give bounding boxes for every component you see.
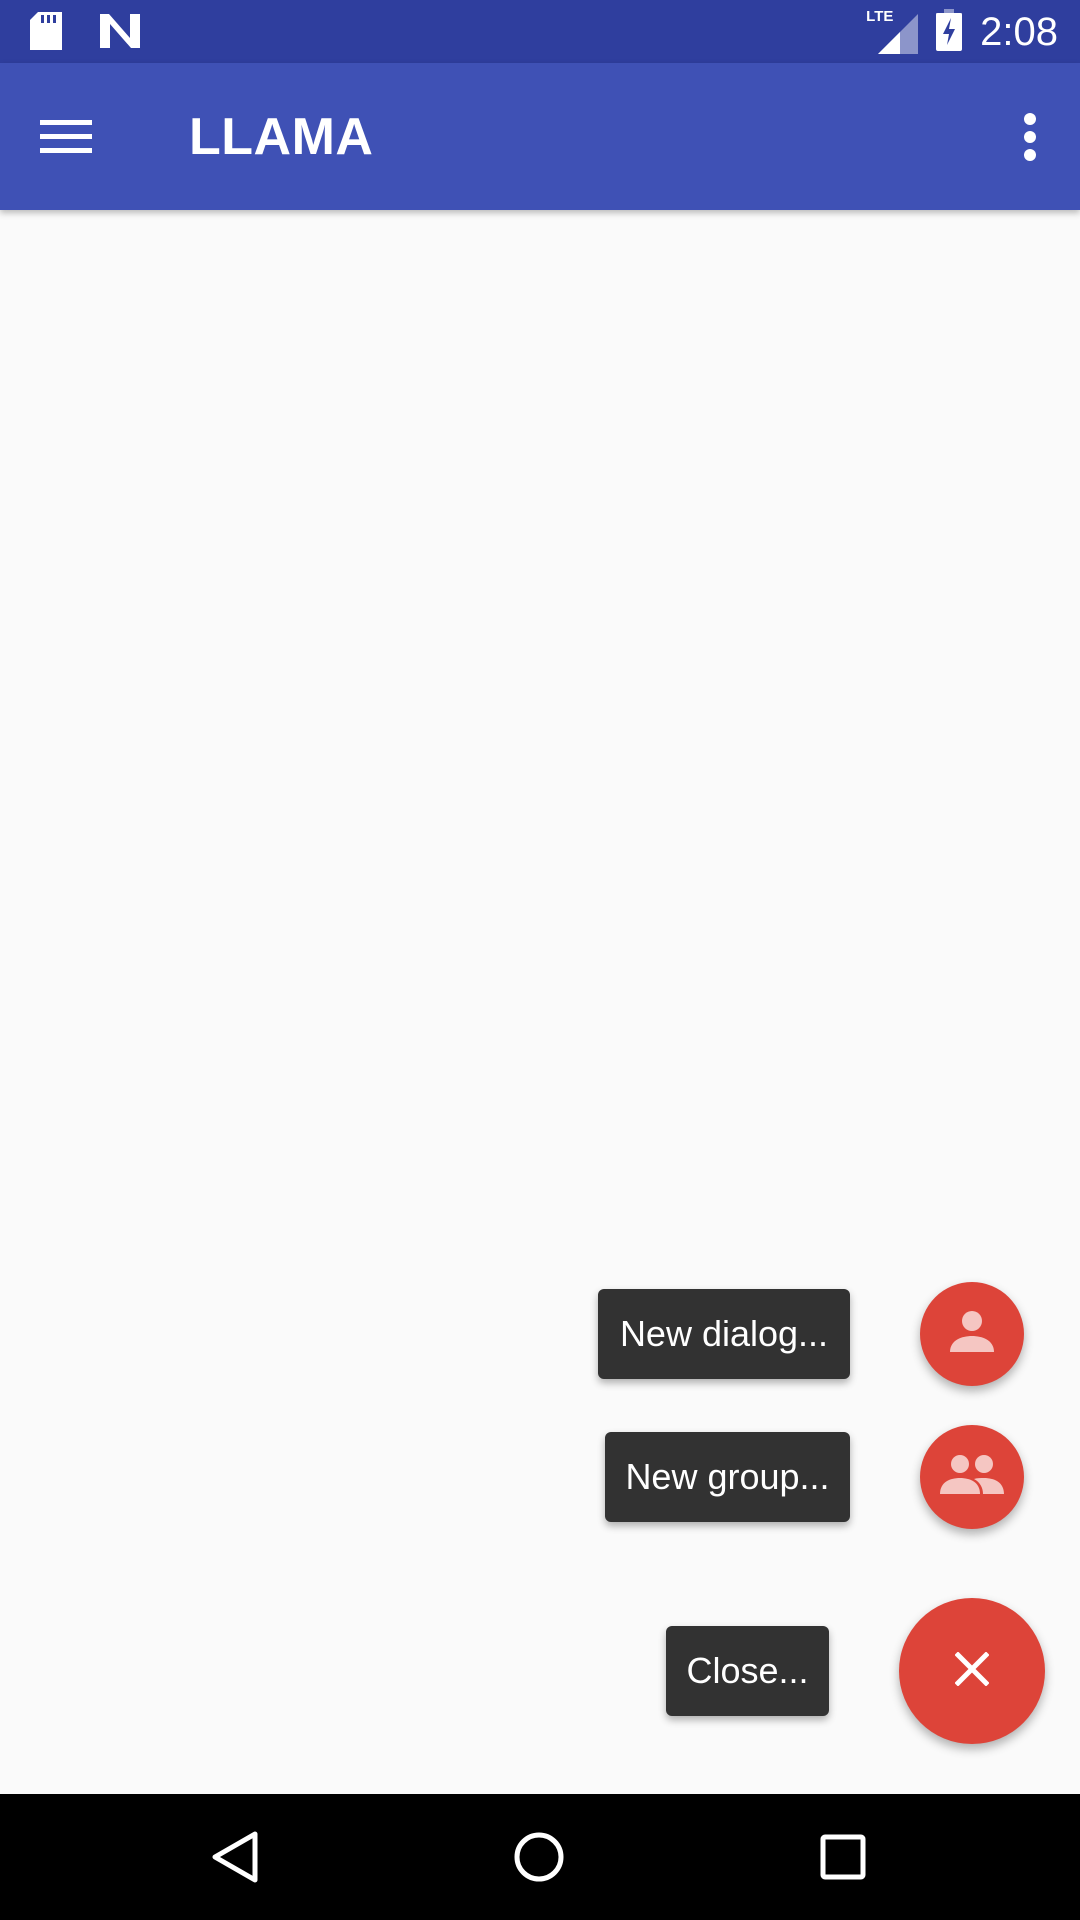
- lte-signal-icon: LTE: [866, 8, 919, 54]
- battery-charging-icon: [936, 8, 963, 56]
- navigation-bar: [0, 1794, 1080, 1920]
- new-dialog-label-text: New dialog...: [619, 1313, 829, 1354]
- close-icon: [954, 1650, 990, 1691]
- recents-icon[interactable]: [810, 1824, 876, 1890]
- lte-label: LTE: [866, 8, 894, 25]
- new-group-button[interactable]: [920, 1425, 1024, 1529]
- overflow-menu-icon[interactable]: [1010, 107, 1050, 167]
- group-icon: [938, 1452, 1006, 1503]
- status-time: 2:08: [980, 10, 1058, 54]
- new-dialog-button[interactable]: [920, 1282, 1024, 1386]
- new-group-label-text: New group...: [625, 1456, 830, 1497]
- sd-card-icon: [30, 12, 62, 55]
- close-fab-button[interactable]: [899, 1598, 1045, 1744]
- close-label[interactable]: Close...: [666, 1626, 829, 1716]
- back-icon[interactable]: [203, 1824, 269, 1890]
- app-bar: LLAMA: [0, 63, 1080, 210]
- hamburger-menu-icon[interactable]: [40, 109, 106, 165]
- main-content: [0, 210, 1080, 1794]
- status-bar: LTE 2:08: [0, 0, 1080, 63]
- n-notification-icon: [100, 14, 140, 53]
- app-title: LLAMA: [189, 108, 374, 166]
- close-label-text: Close...: [686, 1650, 809, 1691]
- person-icon: [946, 1306, 998, 1363]
- new-group-label[interactable]: New group...: [605, 1432, 850, 1522]
- new-dialog-label[interactable]: New dialog...: [598, 1289, 850, 1379]
- home-icon[interactable]: [506, 1824, 572, 1890]
